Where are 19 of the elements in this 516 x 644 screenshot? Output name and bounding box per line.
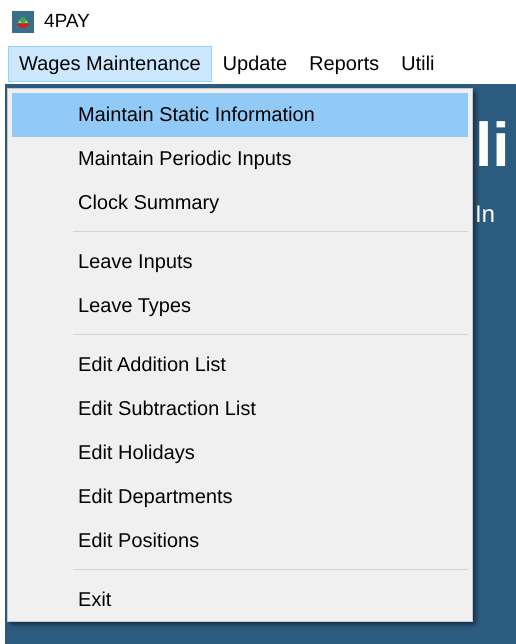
menu-bar-item[interactable]: Reports (298, 46, 390, 82)
menu-item[interactable]: Maintain Static Information (12, 93, 468, 137)
menu-item[interactable]: Clock Summary (12, 181, 468, 225)
menu-item[interactable]: Edit Departments (12, 475, 468, 519)
menu-item[interactable]: Edit Positions (12, 519, 468, 563)
page-subheading: In (475, 201, 496, 229)
app-logo-icon (12, 11, 34, 33)
menu-item[interactable]: Edit Holidays (12, 431, 468, 475)
menu-bar-item[interactable]: Utili (390, 46, 446, 82)
menu-item[interactable]: Edit Subtraction List (12, 387, 468, 431)
page-heading: li (475, 110, 510, 181)
window-title: 4PAY (44, 11, 90, 33)
menu-item[interactable]: Leave Types (12, 284, 468, 328)
menu-item[interactable]: Edit Addition List (12, 343, 468, 387)
menu-item[interactable]: Exit (12, 578, 468, 622)
menu-bar-item[interactable]: Wages Maintenance (8, 46, 212, 82)
menu-item[interactable]: Leave Inputs (12, 240, 468, 284)
menu-bar-item[interactable]: Update (212, 46, 298, 82)
menu-item[interactable]: Maintain Periodic Inputs (12, 137, 468, 181)
